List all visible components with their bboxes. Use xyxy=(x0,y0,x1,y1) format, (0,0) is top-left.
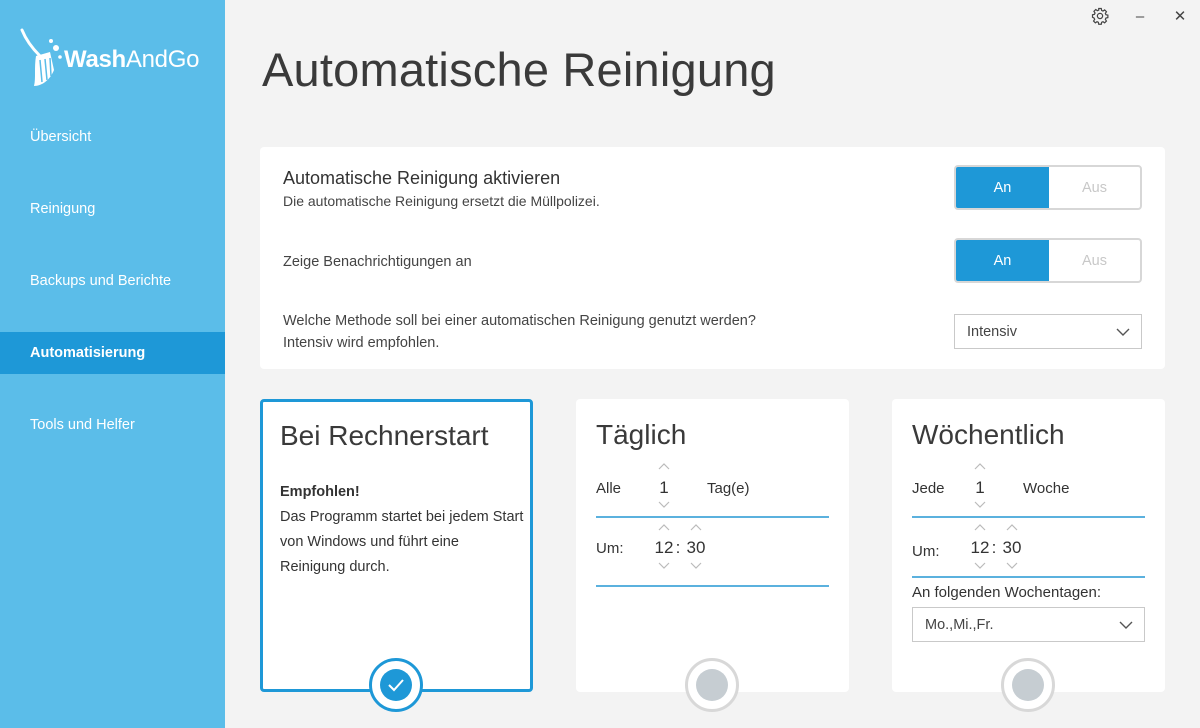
weekly-radio[interactable] xyxy=(1001,658,1055,712)
gear-icon xyxy=(1091,7,1109,25)
weekly-title: Wöchentlich xyxy=(912,419,1065,450)
logo-text: WashAndGo xyxy=(64,46,200,73)
weekly-minute-up-icon[interactable] xyxy=(1006,523,1018,531)
broom-icon xyxy=(20,28,62,86)
notify-label: Zeige Benachrichtigungen an xyxy=(283,254,472,270)
chevron-down-icon xyxy=(1119,621,1133,629)
sidebar-item-automatisierung[interactable]: Automatisierung xyxy=(0,332,225,374)
weekly-time-underline xyxy=(912,576,1145,578)
sidebar-item-tools[interactable]: Tools und Helfer xyxy=(0,404,225,446)
app-logo: WashAndGo xyxy=(20,26,220,90)
daily-radio[interactable] xyxy=(685,658,739,712)
method-hint: Intensiv wird empfohlen. xyxy=(283,335,440,351)
auto-clean-toggle[interactable]: An Aus xyxy=(954,165,1142,210)
method-select[interactable]: Intensiv xyxy=(954,314,1142,349)
weekly-card[interactable]: Wöchentlich Jede 1 Woche Um: 12 : 30 An … xyxy=(892,399,1165,692)
daily-every-label: Alle xyxy=(596,480,622,497)
weekly-minute-value[interactable]: 30 xyxy=(1000,538,1024,558)
weekly-every-value[interactable]: 1 xyxy=(968,478,992,498)
close-icon: ✕ xyxy=(1173,8,1187,25)
weekly-days-label: An folgenden Wochentagen: xyxy=(912,584,1102,601)
weekly-days-value: Mo.,Mi.,Fr. xyxy=(925,616,994,633)
weekly-hour-down-icon[interactable] xyxy=(974,562,986,570)
daily-minute-value[interactable]: 30 xyxy=(684,538,708,558)
startup-description: Empfohlen! Das Programm startet bei jede… xyxy=(280,480,525,580)
sidebar-item-backups[interactable]: Backups und Berichte xyxy=(0,260,225,302)
weekly-at-label: Um: xyxy=(912,543,940,560)
startup-card[interactable]: Bei Rechnerstart Empfohlen! Das Programm… xyxy=(260,399,533,692)
weekly-days-select[interactable]: Mo.,Mi.,Fr. xyxy=(912,607,1145,642)
sidebar-item-uebersicht[interactable]: Übersicht xyxy=(0,116,225,158)
close-button[interactable]: ✕ xyxy=(1168,4,1192,28)
weekly-every-label: Jede xyxy=(912,480,945,497)
sidebar-item-reinigung[interactable]: Reinigung xyxy=(0,188,225,230)
daily-hour-up-icon[interactable] xyxy=(658,523,670,531)
minimize-button[interactable]: – xyxy=(1128,4,1152,28)
notify-on-button[interactable]: An xyxy=(956,240,1049,281)
daily-minute-down-icon[interactable] xyxy=(690,562,702,570)
startup-radio[interactable] xyxy=(369,658,423,712)
startup-recommended: Empfohlen! xyxy=(280,484,360,500)
minimize-icon: – xyxy=(1135,7,1145,25)
sidebar: WashAndGo Übersicht Reinigung Backups un… xyxy=(0,0,225,728)
notify-toggle[interactable]: An Aus xyxy=(954,238,1142,283)
settings-button[interactable] xyxy=(1088,4,1112,28)
daily-every-down-icon[interactable] xyxy=(658,501,670,509)
weekly-hour-up-icon[interactable] xyxy=(974,523,986,531)
startup-text: Das Programm startet bei jedem Start von… xyxy=(280,509,524,575)
daily-minute-up-icon[interactable] xyxy=(690,523,702,531)
weekly-unit-label: Woche xyxy=(1023,480,1070,497)
weekly-minute-down-icon[interactable] xyxy=(1006,562,1018,570)
method-select-value: Intensiv xyxy=(967,323,1017,340)
daily-at-label: Um: xyxy=(596,540,624,557)
weekly-every-up-icon[interactable] xyxy=(974,462,986,470)
daily-every-value[interactable]: 1 xyxy=(652,478,676,498)
auto-clean-on-button[interactable]: An xyxy=(956,167,1049,208)
daily-unit-label: Tag(e) xyxy=(707,480,750,497)
auto-clean-subtitle: Die automatische Reinigung ersetzt die M… xyxy=(283,193,600,209)
page-title: Automatische Reinigung xyxy=(262,43,776,96)
weekly-every-down-icon[interactable] xyxy=(974,501,986,509)
settings-card: Automatische Reinigung aktivieren Die au… xyxy=(260,147,1165,369)
weekly-radio-dot xyxy=(1012,669,1044,701)
daily-every-up-icon[interactable] xyxy=(658,462,670,470)
chevron-down-icon xyxy=(1116,328,1130,336)
method-question: Welche Methode soll bei einer automatisc… xyxy=(283,313,756,329)
startup-radio-dot xyxy=(380,669,412,701)
daily-time-underline xyxy=(596,585,829,587)
auto-clean-title: Automatische Reinigung aktivieren xyxy=(283,168,561,188)
auto-clean-off-button[interactable]: Aus xyxy=(1049,167,1140,208)
notify-off-button[interactable]: Aus xyxy=(1049,240,1140,281)
daily-title: Täglich xyxy=(596,419,687,450)
daily-card[interactable]: Täglich Alle 1 Tag(e) Um: 12 : 30 xyxy=(576,399,849,692)
daily-radio-dot xyxy=(696,669,728,701)
startup-title: Bei Rechnerstart xyxy=(280,420,489,451)
daily-hour-down-icon[interactable] xyxy=(658,562,670,570)
checkmark-icon xyxy=(388,679,404,692)
weekly-every-underline xyxy=(912,516,1145,518)
daily-every-underline xyxy=(596,516,829,518)
